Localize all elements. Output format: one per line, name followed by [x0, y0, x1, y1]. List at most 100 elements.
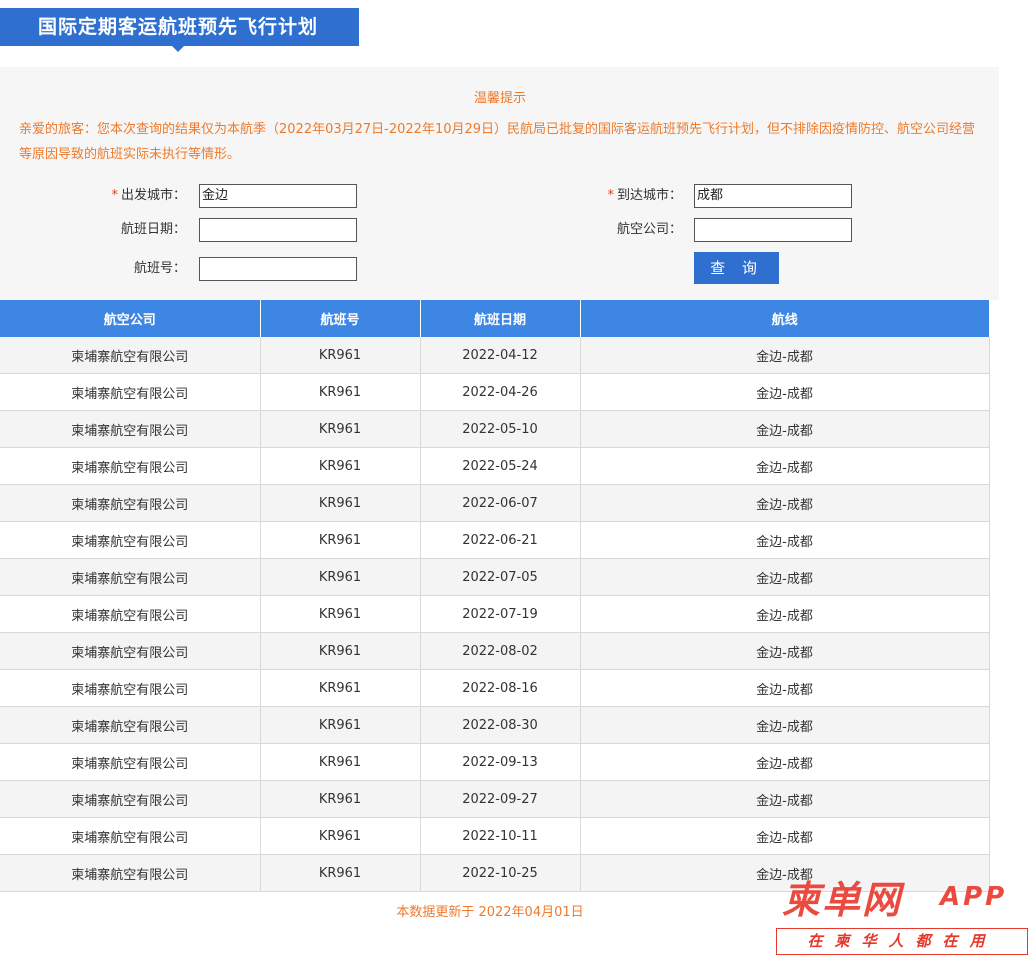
- cell-flight-date: 2022-06-21: [420, 521, 581, 559]
- cell-route: 金边-成都: [580, 484, 990, 522]
- table-row: 柬埔寨航空有限公司 KR961 2022-07-19 金边-成都: [0, 595, 990, 633]
- cell-flight-no: KR961: [260, 780, 421, 818]
- cell-route: 金边-成都: [580, 817, 990, 855]
- cell-route: 金边-成都: [580, 558, 990, 596]
- table-header-row: 航空公司 航班号 航班日期 航线: [0, 300, 989, 337]
- table-row: 柬埔寨航空有限公司 KR961 2022-06-07 金边-成都: [0, 484, 990, 522]
- title-caret-icon: [172, 46, 184, 52]
- cell-flight-date: 2022-04-26: [420, 373, 581, 411]
- table-row: 柬埔寨航空有限公司 KR961 2022-09-13 金边-成都: [0, 743, 990, 781]
- arrival-label: * 到达城市：: [552, 184, 682, 208]
- cell-airline: 柬埔寨航空有限公司: [0, 410, 261, 448]
- flight-no-input[interactable]: [199, 257, 357, 281]
- cell-flight-date: 2022-09-27: [420, 780, 581, 818]
- cell-flight-date: 2022-08-16: [420, 669, 581, 707]
- cell-route: 金边-成都: [580, 410, 990, 448]
- cell-flight-date: 2022-08-02: [420, 632, 581, 670]
- cell-flight-no: KR961: [260, 558, 421, 596]
- cell-route: 金边-成都: [580, 669, 990, 707]
- cell-flight-no: KR961: [260, 373, 421, 411]
- cell-flight-date: 2022-07-05: [420, 558, 581, 596]
- cell-airline: 柬埔寨航空有限公司: [0, 595, 261, 633]
- watermark-logo: 柬单网 APP 在柬华人都在用: [776, 876, 1030, 956]
- cell-route: 金边-成都: [580, 706, 990, 744]
- table-row: 柬埔寨航空有限公司 KR961 2022-05-24 金边-成都: [0, 447, 990, 485]
- cell-airline: 柬埔寨航空有限公司: [0, 558, 261, 596]
- cell-airline: 柬埔寨航空有限公司: [0, 780, 261, 818]
- cell-flight-no: KR961: [260, 854, 421, 892]
- cell-airline: 柬埔寨航空有限公司: [0, 521, 261, 559]
- cell-flight-date: 2022-04-12: [420, 337, 581, 374]
- cell-route: 金边-成都: [580, 337, 990, 374]
- watermark-logo-text: 柬单网: [782, 878, 903, 922]
- page-title: 国际定期客运航班预先飞行计划: [0, 8, 359, 46]
- table-row: 柬埔寨航空有限公司 KR961 2022-08-30 金边-成都: [0, 706, 990, 744]
- cell-airline: 柬埔寨航空有限公司: [0, 447, 261, 485]
- flights-table: 航空公司 航班号 航班日期 航线 柬埔寨航空有限公司 KR961 2022-04-1…: [0, 300, 990, 892]
- cell-airline: 柬埔寨航空有限公司: [0, 632, 261, 670]
- cell-flight-no: KR961: [260, 410, 421, 448]
- departure-city-input[interactable]: 金边: [199, 184, 357, 208]
- cell-flight-no: KR961: [260, 632, 421, 670]
- table-row: 柬埔寨航空有限公司 KR961 2022-09-27 金边-成都: [0, 780, 990, 818]
- query-button[interactable]: 查 询: [694, 252, 779, 284]
- cell-airline: 柬埔寨航空有限公司: [0, 373, 261, 411]
- cell-route: 金边-成都: [580, 521, 990, 559]
- table-row: 柬埔寨航空有限公司 KR961 2022-04-12 金边-成都: [0, 337, 990, 374]
- cell-flight-no: KR961: [260, 669, 421, 707]
- cell-flight-no: KR961: [260, 484, 421, 522]
- cell-flight-date: 2022-09-13: [420, 743, 581, 781]
- cell-flight-no: KR961: [260, 447, 421, 485]
- header-airline[interactable]: 航空公司: [0, 300, 261, 337]
- table-row: 柬埔寨航空有限公司 KR961 2022-07-05 金边-成都: [0, 558, 990, 596]
- cell-airline: 柬埔寨航空有限公司: [0, 337, 261, 374]
- cell-airline: 柬埔寨航空有限公司: [0, 817, 261, 855]
- departure-label-text: 出发城市：: [120, 188, 186, 203]
- table-row: 柬埔寨航空有限公司 KR961 2022-06-21 金边-成都: [0, 521, 990, 559]
- notice-title: 温馨提示: [473, 91, 526, 106]
- airline-label: 航空公司：: [616, 222, 682, 237]
- arrival-city-input[interactable]: 成都: [694, 184, 852, 208]
- cell-route: 金边-成都: [580, 595, 990, 633]
- flight-no-label: 航班号：: [133, 261, 186, 276]
- cell-flight-no: KR961: [260, 743, 421, 781]
- required-mark: *: [607, 188, 614, 203]
- cell-flight-date: 2022-05-24: [420, 447, 581, 485]
- cell-route: 金边-成都: [580, 373, 990, 411]
- cell-flight-no: KR961: [260, 595, 421, 633]
- airline-input[interactable]: [694, 218, 852, 242]
- cell-flight-date: 2022-06-07: [420, 484, 581, 522]
- cell-flight-date: 2022-07-19: [420, 595, 581, 633]
- cell-flight-no: KR961: [260, 706, 421, 744]
- cell-airline: 柬埔寨航空有限公司: [0, 669, 261, 707]
- departure-label: * 出发城市：: [56, 184, 186, 208]
- cell-airline: 柬埔寨航空有限公司: [0, 854, 261, 892]
- table-row: 柬埔寨航空有限公司 KR961 2022-04-26 金边-成都: [0, 373, 990, 411]
- cell-airline: 柬埔寨航空有限公司: [0, 743, 261, 781]
- table-row: 柬埔寨航空有限公司 KR961 2022-08-16 金边-成都: [0, 669, 990, 707]
- header-route[interactable]: 航线: [580, 300, 989, 337]
- notice-body: 亲爱的旅客：您本次查询的结果仅为本航季（2022年03月27日-2022年10月…: [19, 122, 976, 162]
- cell-airline: 柬埔寨航空有限公司: [0, 706, 261, 744]
- cell-flight-no: KR961: [260, 521, 421, 559]
- required-mark: *: [111, 188, 118, 203]
- cell-flight-date: 2022-08-30: [420, 706, 581, 744]
- cell-flight-no: KR961: [260, 817, 421, 855]
- flight-date-label: 航班日期：: [120, 222, 186, 237]
- search-panel: 温馨提示 亲爱的旅客：您本次查询的结果仅为本航季（2022年03月27日-202…: [0, 67, 999, 300]
- cell-route: 金边-成都: [580, 447, 990, 485]
- cell-route: 金边-成都: [580, 632, 990, 670]
- cell-flight-date: 2022-10-25: [420, 854, 581, 892]
- cell-route: 金边-成都: [580, 780, 990, 818]
- header-flight-no[interactable]: 航班号: [260, 300, 421, 337]
- header-flight-date[interactable]: 航班日期: [420, 300, 581, 337]
- table-row: 柬埔寨航空有限公司 KR961 2022-08-02 金边-成都: [0, 632, 990, 670]
- watermark-app-text: APP: [940, 882, 1008, 912]
- cell-flight-no: KR961: [260, 337, 421, 374]
- table-row: 柬埔寨航空有限公司 KR961 2022-10-11 金边-成都: [0, 817, 990, 855]
- flight-date-input[interactable]: [199, 218, 357, 242]
- arrival-label-text: 到达城市：: [616, 188, 682, 203]
- table-row: 柬埔寨航空有限公司 KR961 2022-05-10 金边-成都: [0, 410, 990, 448]
- cell-route: 金边-成都: [580, 743, 990, 781]
- cell-flight-date: 2022-05-10: [420, 410, 581, 448]
